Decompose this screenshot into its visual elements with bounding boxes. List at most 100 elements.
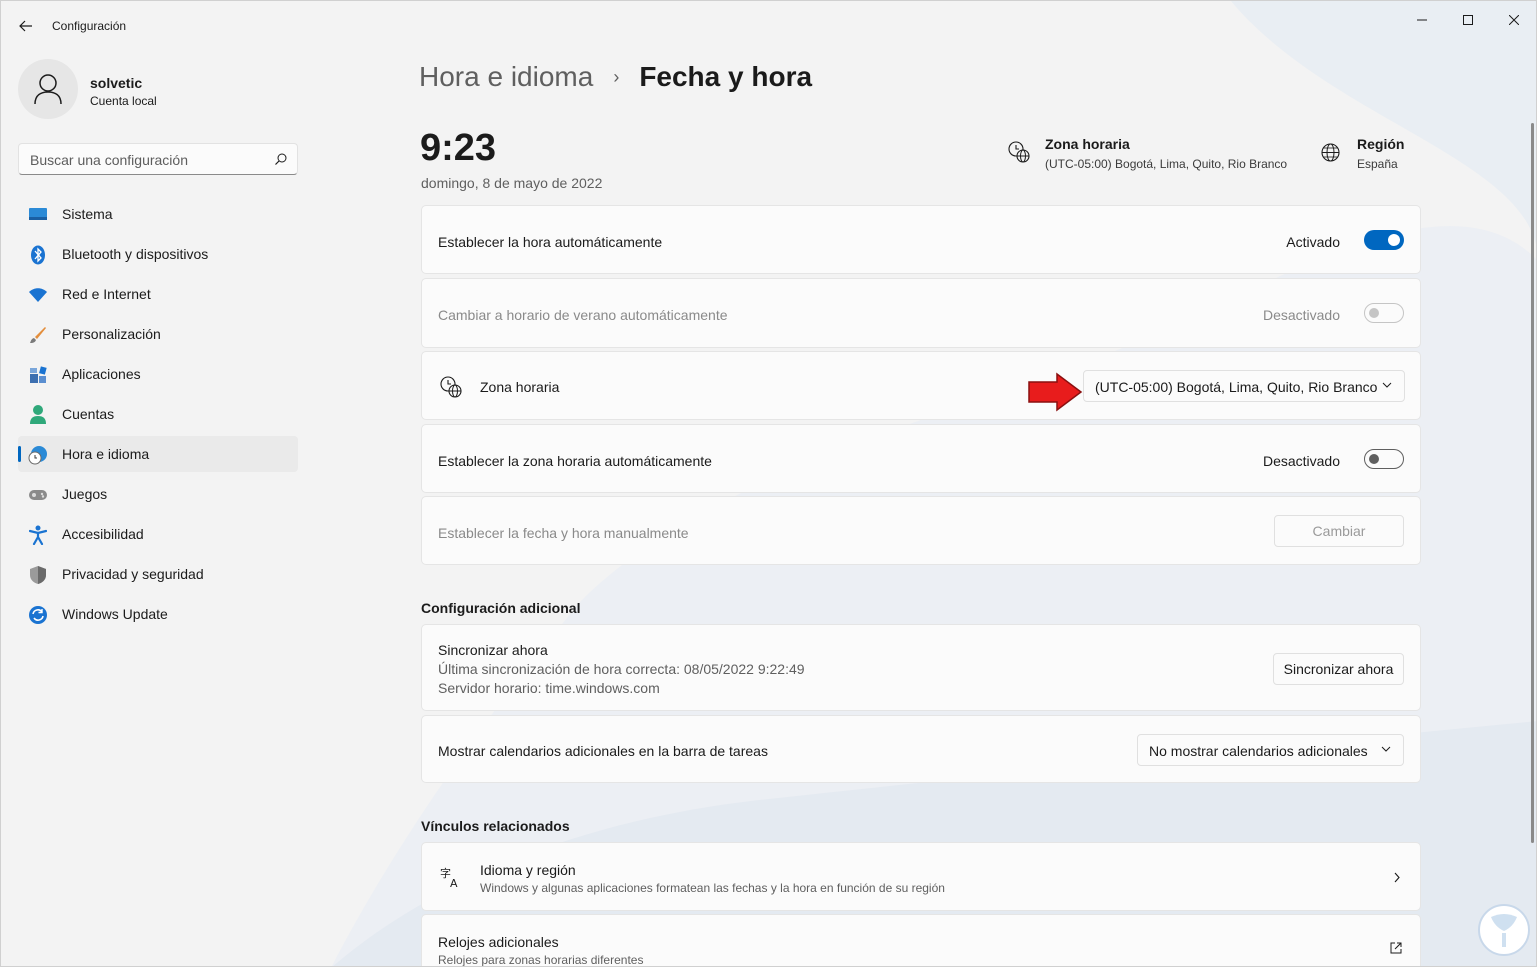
back-arrow-icon: [19, 20, 32, 32]
sidebar-item-bluetooth[interactable]: Bluetooth y dispositivos: [18, 236, 298, 272]
sidebar-item-red[interactable]: Red e Internet: [18, 276, 298, 312]
last-sync-text: Última sincronización de hora correcta: …: [438, 661, 805, 677]
sidebar-item-label: Aplicaciones: [62, 366, 141, 382]
sidebar-item-label: Red e Internet: [62, 286, 151, 302]
sidebar-item-label: Juegos: [62, 486, 108, 502]
auto-time-toggle[interactable]: [1364, 230, 1404, 250]
active-indicator: [18, 446, 21, 462]
timezone-card: Zona horaria (UTC-05:00) Bogotá, Lima, Q…: [421, 351, 1421, 420]
sidebar-item-label: Windows Update: [62, 606, 168, 622]
clock-globe-icon: [1008, 141, 1030, 163]
related-links-heading: Vínculos relacionados: [421, 818, 570, 834]
search-placeholder: Buscar una configuración: [30, 152, 188, 168]
sync-card: Sincronizar ahora Última sincronización …: [421, 624, 1421, 711]
sidebar-item-label: Accesibilidad: [62, 526, 144, 542]
calendars-label: Mostrar calendarios adicionales en la ba…: [438, 743, 768, 759]
language-icon: 字 A: [440, 866, 458, 888]
additional-clocks-desc: Relojes para zonas horarias diferentes: [438, 953, 644, 967]
current-date: domingo, 8 de mayo de 2022: [421, 175, 603, 191]
additional-clocks-label: Relojes adicionales: [438, 934, 559, 950]
calendars-dropdown-value: No mostrar calendarios adicionales: [1149, 743, 1368, 759]
accessibility-icon: [28, 525, 48, 545]
language-region-link[interactable]: 字 A Idioma y región Windows y algunas ap…: [421, 842, 1421, 911]
sidebar-item-accesibilidad[interactable]: Accesibilidad: [18, 516, 298, 552]
auto-time-label: Establecer la hora automáticamente: [438, 234, 663, 250]
additional-settings-heading: Configuración adicional: [421, 600, 581, 616]
breadcrumb-parent[interactable]: Hora e idioma: [419, 61, 593, 93]
bluetooth-icon: [28, 245, 48, 265]
auto-time-state: Activado: [1286, 234, 1340, 250]
close-icon: [1509, 15, 1519, 25]
header-timezone: Zona horaria (UTC-05:00) Bogotá, Lima, Q…: [1045, 136, 1287, 171]
sidebar-item-cuentas[interactable]: Cuentas: [18, 396, 298, 432]
chevron-down-icon: [1382, 382, 1392, 388]
toggle-knob: [1388, 234, 1400, 246]
current-time: 9:23: [420, 127, 497, 169]
change-button[interactable]: Cambiar: [1274, 515, 1404, 547]
additional-clocks-link[interactable]: Relojes adicionales Relojes para zonas h…: [421, 914, 1421, 967]
manual-datetime-label: Establecer la fecha y hora manualmente: [438, 525, 689, 541]
chevron-right-icon: ›: [613, 66, 620, 87]
clock-globe-icon: [28, 445, 48, 465]
scrollbar[interactable]: [1531, 123, 1534, 843]
app-title: Configuración: [52, 19, 127, 33]
external-link-icon: [1390, 942, 1402, 954]
sidebar-item-personalizacion[interactable]: Personalización: [18, 316, 298, 352]
clock-globe-icon: [440, 376, 462, 398]
sidebar-item-label: Bluetooth y dispositivos: [62, 246, 209, 262]
dst-state: Desactivado: [1262, 307, 1340, 323]
sidebar-item-label: Hora e idioma: [62, 446, 150, 462]
timezone-label: Zona horaria: [480, 379, 560, 395]
avatar[interactable]: [18, 59, 78, 119]
close-button[interactable]: [1499, 9, 1529, 31]
settings-window: Configuración solvetic Cuenta local Busc…: [0, 0, 1537, 967]
page-title: Fecha y hora: [639, 61, 813, 92]
sidebar-item-label: Privacidad y seguridad: [62, 566, 204, 582]
title-bar: Configuración: [1, 1, 1536, 51]
auto-timezone-card: Establecer la zona horaria automáticamen…: [421, 424, 1421, 493]
apps-icon: [28, 365, 48, 385]
maximize-button[interactable]: [1453, 9, 1483, 31]
sync-label: Sincronizar ahora: [438, 642, 548, 658]
brush-icon: [28, 325, 48, 345]
toggle-knob: [1369, 308, 1379, 318]
dst-label: Cambiar a horario de verano automáticame…: [438, 307, 728, 323]
header-timezone-value: (UTC-05:00) Bogotá, Lima, Quito, Rio Bra…: [1045, 157, 1288, 171]
header-timezone-title: Zona horaria: [1045, 136, 1130, 152]
calendars-card: Mostrar calendarios adicionales en la ba…: [421, 715, 1421, 783]
person-icon: [28, 405, 48, 425]
dst-toggle[interactable]: [1364, 303, 1404, 323]
header-region-value: España: [1357, 157, 1398, 171]
back-button[interactable]: [15, 15, 37, 37]
auto-timezone-toggle[interactable]: [1364, 449, 1404, 469]
solvetic-logo: [1478, 904, 1530, 956]
calendars-dropdown[interactable]: No mostrar calendarios adicionales: [1137, 734, 1404, 766]
breadcrumb: Hora e idioma › Fecha y hora: [419, 61, 812, 93]
sidebar-item-juegos[interactable]: Juegos: [18, 476, 298, 512]
sidebar-item-hora-idioma[interactable]: Hora e idioma: [18, 436, 298, 472]
sidebar-item-label: Personalización: [62, 326, 161, 342]
wifi-icon: [28, 285, 48, 305]
search-input[interactable]: Buscar una configuración: [18, 143, 298, 175]
language-region-label: Idioma y región: [480, 862, 576, 878]
minimize-button[interactable]: [1407, 9, 1437, 31]
maximize-icon: [1463, 15, 1473, 25]
shield-icon: [28, 565, 48, 585]
sidebar-nav: Sistema Bluetooth y dispositivos Red e I…: [18, 196, 298, 636]
globe-icon: [1321, 143, 1340, 162]
dst-card: Cambiar a horario de verano automáticame…: [421, 278, 1421, 348]
chevron-right-icon: [1394, 872, 1400, 883]
sidebar-item-privacidad[interactable]: Privacidad y seguridad: [18, 556, 298, 592]
timezone-dropdown-value: (UTC-05:00) Bogotá, Lima, Quito, Rio Bra…: [1095, 379, 1378, 395]
monitor-icon: [28, 205, 48, 225]
timezone-dropdown[interactable]: (UTC-05:00) Bogotá, Lima, Quito, Rio Bra…: [1083, 370, 1405, 402]
manual-datetime-card: Establecer la fecha y hora manualmente C…: [421, 496, 1421, 565]
sidebar-item-sistema[interactable]: Sistema: [18, 196, 298, 232]
sync-now-button[interactable]: Sincronizar ahora: [1273, 653, 1404, 685]
sidebar-item-windows-update[interactable]: Windows Update: [18, 596, 298, 632]
auto-timezone-label: Establecer la zona horaria automáticamen…: [438, 453, 712, 469]
auto-timezone-state: Desactivado: [1262, 453, 1340, 469]
person-icon: [34, 74, 62, 105]
sidebar-item-aplicaciones[interactable]: Aplicaciones: [18, 356, 298, 392]
red-arrow-annotation: [1028, 372, 1083, 412]
